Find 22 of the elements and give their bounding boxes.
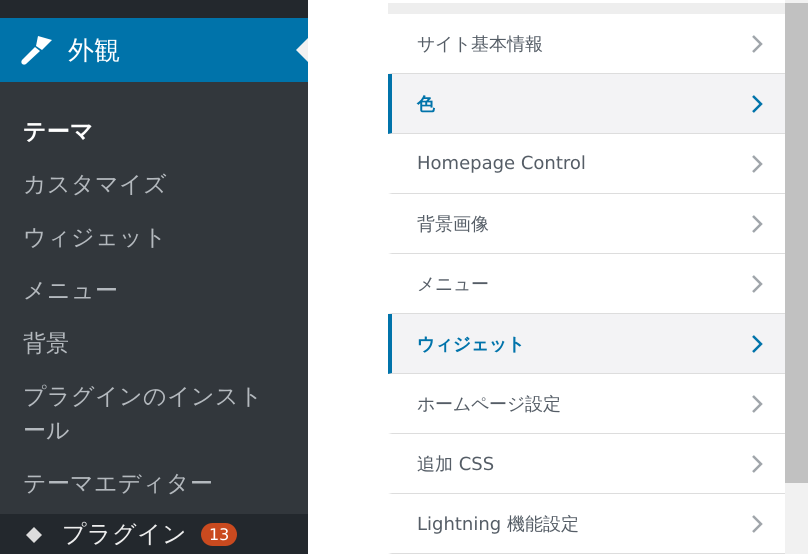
appearance-menu-item[interactable]: 外観 — [0, 18, 308, 82]
chevron-right-icon — [751, 514, 763, 534]
submenu-item[interactable]: ウィジェット — [23, 212, 268, 265]
chevron-right-icon — [751, 394, 763, 414]
submenu-item[interactable]: 背景 — [23, 318, 268, 371]
customizer-section[interactable]: ウィジェット — [388, 314, 785, 374]
customizer-section[interactable]: 色 — [388, 74, 785, 134]
chevron-right-icon — [751, 274, 763, 294]
chevron-right-icon — [751, 454, 763, 474]
plugins-menu-item[interactable]: プラグイン — [62, 518, 187, 550]
chevron-right-icon — [751, 94, 763, 114]
submenu-item[interactable]: メニュー — [23, 265, 268, 318]
submenu-item[interactable]: カスタマイズ — [23, 159, 268, 212]
chevron-right-icon — [751, 214, 763, 234]
submenu-item[interactable]: テーマ — [23, 106, 268, 159]
chevron-right-icon — [751, 154, 763, 174]
update-count-badge: 13 — [201, 522, 238, 546]
chevron-right-icon — [751, 34, 763, 54]
submenu-item[interactable]: テーマエディター — [23, 458, 268, 511]
chevron-right-icon — [751, 334, 763, 354]
submenu-item[interactable]: プラグインのインストール — [23, 371, 268, 458]
scrollbar-thumb[interactable] — [785, 3, 808, 483]
